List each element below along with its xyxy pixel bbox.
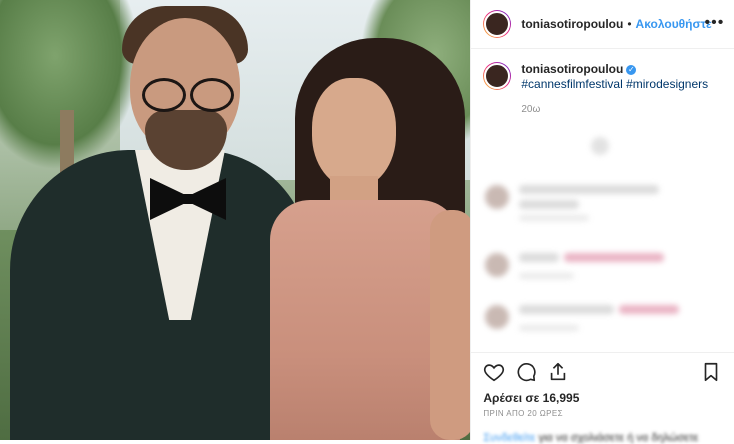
- hashtag-cannes[interactable]: #cannesfilmfestival: [521, 77, 622, 91]
- header-separator: •: [627, 17, 632, 31]
- comment-item: [485, 253, 664, 285]
- login-prompt: Συνδεθείτε για να σχολιάσετε ή να δηλώσε…: [483, 432, 733, 444]
- comment-item: [485, 185, 660, 227]
- bookmark-icon[interactable]: [700, 361, 722, 383]
- follow-button[interactable]: Ακολουθήστε: [636, 17, 712, 31]
- likes-count[interactable]: Αρέσει σε 16,995: [483, 391, 579, 405]
- comment-avatar[interactable]: [485, 185, 510, 209]
- caption-text: toniasotiropoulou ✓ #cannesfilmfestival …: [521, 62, 708, 117]
- instagram-post: toniasotiropoulou • Ακολουθήστε ••• toni…: [0, 0, 734, 444]
- post-caption: toniasotiropoulou ✓ #cannesfilmfestival …: [483, 62, 723, 117]
- loading-spinner-icon: [591, 137, 610, 155]
- comment-avatar[interactable]: [485, 253, 510, 277]
- caption-avatar[interactable]: [483, 62, 512, 90]
- login-link[interactable]: Συνδεθείτε: [483, 432, 535, 444]
- post-actions: Αρέσει σε 16,995 ΠΡΙΝ ΑΠΟ 20 ΩΡΕΣ Συνδεθ…: [471, 352, 734, 444]
- verified-badge-icon: ✓: [626, 64, 637, 75]
- share-icon[interactable]: [547, 361, 569, 383]
- woman-arm: [430, 210, 471, 440]
- hashtag-miro[interactable]: #mirodesigners: [626, 77, 708, 91]
- login-prompt-text: για να σχολιάσετε ή να δηλώσετε: [535, 432, 699, 444]
- post-header: toniasotiropoulou • Ακολουθήστε •••: [471, 0, 734, 49]
- caption-username-wrap: toniasotiropoulou ✓: [521, 62, 637, 77]
- more-options-icon[interactable]: •••: [705, 14, 725, 32]
- post-photo[interactable]: [0, 0, 471, 440]
- comment-avatar[interactable]: [485, 305, 510, 329]
- caption-time[interactable]: 20ω: [521, 102, 708, 117]
- post-side-panel: toniasotiropoulou • Ακολουθήστε ••• toni…: [470, 0, 734, 444]
- woman-face: [312, 78, 396, 188]
- caption-username[interactable]: toniasotiropoulou: [521, 62, 623, 77]
- profile-avatar[interactable]: [483, 10, 512, 38]
- glasses: [142, 78, 234, 112]
- comment-item: [485, 305, 679, 337]
- heart-icon[interactable]: [483, 361, 505, 383]
- comment-icon[interactable]: [515, 361, 537, 383]
- comments-list: [471, 125, 734, 350]
- header-username[interactable]: toniasotiropoulou: [521, 17, 623, 31]
- post-timestamp[interactable]: ΠΡΙΝ ΑΠΟ 20 ΩΡΕΣ: [483, 409, 563, 418]
